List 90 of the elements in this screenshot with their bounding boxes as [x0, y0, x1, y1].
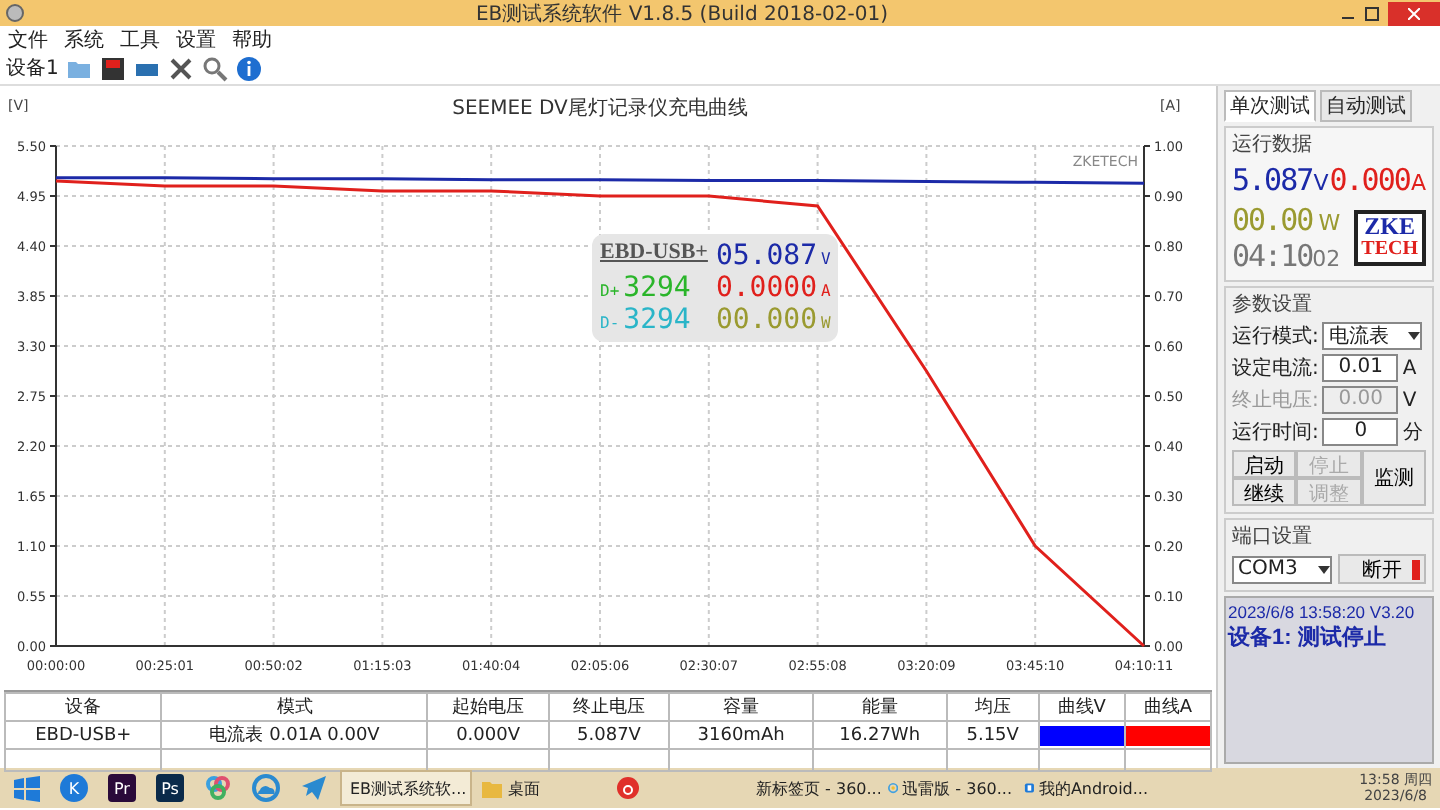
maximize-icon[interactable] [1364, 5, 1380, 21]
table-cell: 5.15V [946, 721, 1039, 749]
app-icon [6, 4, 24, 22]
taskbar-item[interactable]: EB测试系统软... [340, 770, 472, 806]
app-icon[interactable]: Pr [108, 774, 136, 802]
unit-label: A [1402, 357, 1417, 379]
port-dropdown[interactable]: COM3 [1232, 555, 1332, 583]
cloud-icon[interactable] [252, 774, 280, 802]
close-icon [1408, 7, 1420, 19]
save-icon[interactable] [100, 55, 127, 81]
unit-label: A [1410, 170, 1426, 196]
action-button[interactable]: 继续 [1232, 478, 1297, 506]
table-cell: 16.27Wh [812, 721, 947, 749]
unit-label: A [821, 282, 831, 300]
mode-dropdown[interactable]: 电流表 [1322, 322, 1423, 350]
disconnect-button[interactable]: 断开 [1338, 554, 1426, 584]
table-cell: EBD-USB+ [5, 721, 162, 749]
column-header: 容量 [669, 693, 813, 721]
bird-icon[interactable] [300, 774, 328, 802]
table-cell: 3160mAh [669, 721, 813, 749]
table-cell: 电流表 0.01A 0.00V [161, 721, 428, 749]
taskbar-item[interactable]: 我的Android... [1020, 770, 1152, 806]
meter-label: D- [600, 314, 620, 332]
close-button[interactable] [1388, 1, 1440, 25]
meter-value: 3294 [623, 304, 691, 336]
column-header: 设备 [5, 693, 162, 721]
menu-item[interactable]: 工具 [120, 25, 160, 53]
monitor-button[interactable]: 监测 [1361, 450, 1426, 506]
meter-value: 3294 [623, 272, 691, 304]
group-title: 运行数据 [1232, 131, 1314, 158]
field-label: 运行时间: [1232, 419, 1319, 446]
menu-item[interactable]: 系统 [64, 25, 104, 53]
meter-reading: 05.087 [715, 240, 818, 272]
brand-logo: ZKE TECH [1353, 210, 1426, 266]
table-cell: 0.000V [427, 721, 549, 749]
seconds-reading: 02 [1312, 246, 1341, 272]
app-icon[interactable]: K [60, 774, 88, 802]
column-header: 模式 [161, 693, 428, 721]
group-title: 参数设置 [1232, 291, 1314, 318]
column-header: 能量 [812, 693, 947, 721]
action-button[interactable]: 启动 [1232, 450, 1297, 478]
unit-label: V [1313, 170, 1329, 196]
chart-title: SEEMEE DV尾灯记录仪充电曲线 [452, 98, 748, 120]
column-header: 终止电压 [548, 693, 670, 721]
unit-label: V [1402, 389, 1417, 411]
taskbar-item[interactable]: 新标签页 - 360... [748, 770, 880, 806]
column-header: 曲线V [1038, 693, 1125, 721]
log-line: 设备1: 测试停止 [1228, 623, 1386, 652]
music-icon [616, 776, 640, 800]
caret-icon [1408, 332, 1421, 340]
meter-label: D+ [600, 282, 620, 300]
group-title: 端口设置 [1232, 523, 1314, 550]
tab[interactable]: 自动测试 [1320, 90, 1412, 122]
info-icon[interactable] [236, 55, 263, 81]
voltage-reading: 5.087 [1232, 162, 1313, 198]
app-icon[interactable]: Ps [156, 774, 184, 802]
taskbar-item[interactable]: 迅雷版 - 360... [884, 770, 1016, 806]
caret-icon [1318, 565, 1330, 573]
input-field[interactable]: 0 [1322, 418, 1399, 446]
meter-name: EBD-USB+ [600, 240, 708, 268]
meter-reading: 00.000 [715, 304, 818, 336]
menu-item[interactable]: 文件 [8, 25, 48, 53]
table-cell: 5.087V [548, 721, 670, 749]
folder-icon [480, 776, 504, 800]
unit-label: W [821, 314, 831, 332]
tab[interactable]: 单次测试 [1224, 90, 1316, 122]
field-label: 终止电压: [1232, 387, 1319, 414]
search-icon[interactable] [202, 55, 229, 81]
power-reading: 00.00 [1232, 202, 1313, 238]
current-reading: 0.000 [1329, 162, 1410, 198]
unit-label: V [821, 250, 831, 268]
device-label[interactable]: 设备1 [6, 54, 59, 82]
unit-label: 分 [1402, 420, 1423, 446]
menu-item[interactable]: 帮助 [232, 25, 272, 53]
time-reading: 04:10 [1232, 238, 1313, 274]
field-label: 设定电流: [1232, 355, 1319, 382]
taskbar-item[interactable]: 桌面 [476, 770, 608, 806]
windows-icon[interactable] [13, 775, 39, 801]
meter-reading: 0.0000 [715, 272, 818, 304]
tools-icon[interactable] [168, 55, 195, 81]
unit-label: W [1318, 210, 1341, 236]
column-header: 曲线A [1124, 693, 1211, 721]
column-header: 均压 [946, 693, 1039, 721]
window-title: EB测试系统软件 V1.8.5 (Build 2018-02-01) [473, 1, 891, 27]
field-label: 运行模式: [1232, 323, 1319, 350]
rings-icon[interactable] [204, 774, 232, 802]
column-header: 起始电压 [427, 693, 549, 721]
menu-item[interactable]: 设置 [176, 25, 216, 53]
input-field[interactable]: 0.01 [1322, 354, 1399, 382]
log-line: 2023/6/8 13:58:20 V3.20 [1228, 602, 1415, 622]
